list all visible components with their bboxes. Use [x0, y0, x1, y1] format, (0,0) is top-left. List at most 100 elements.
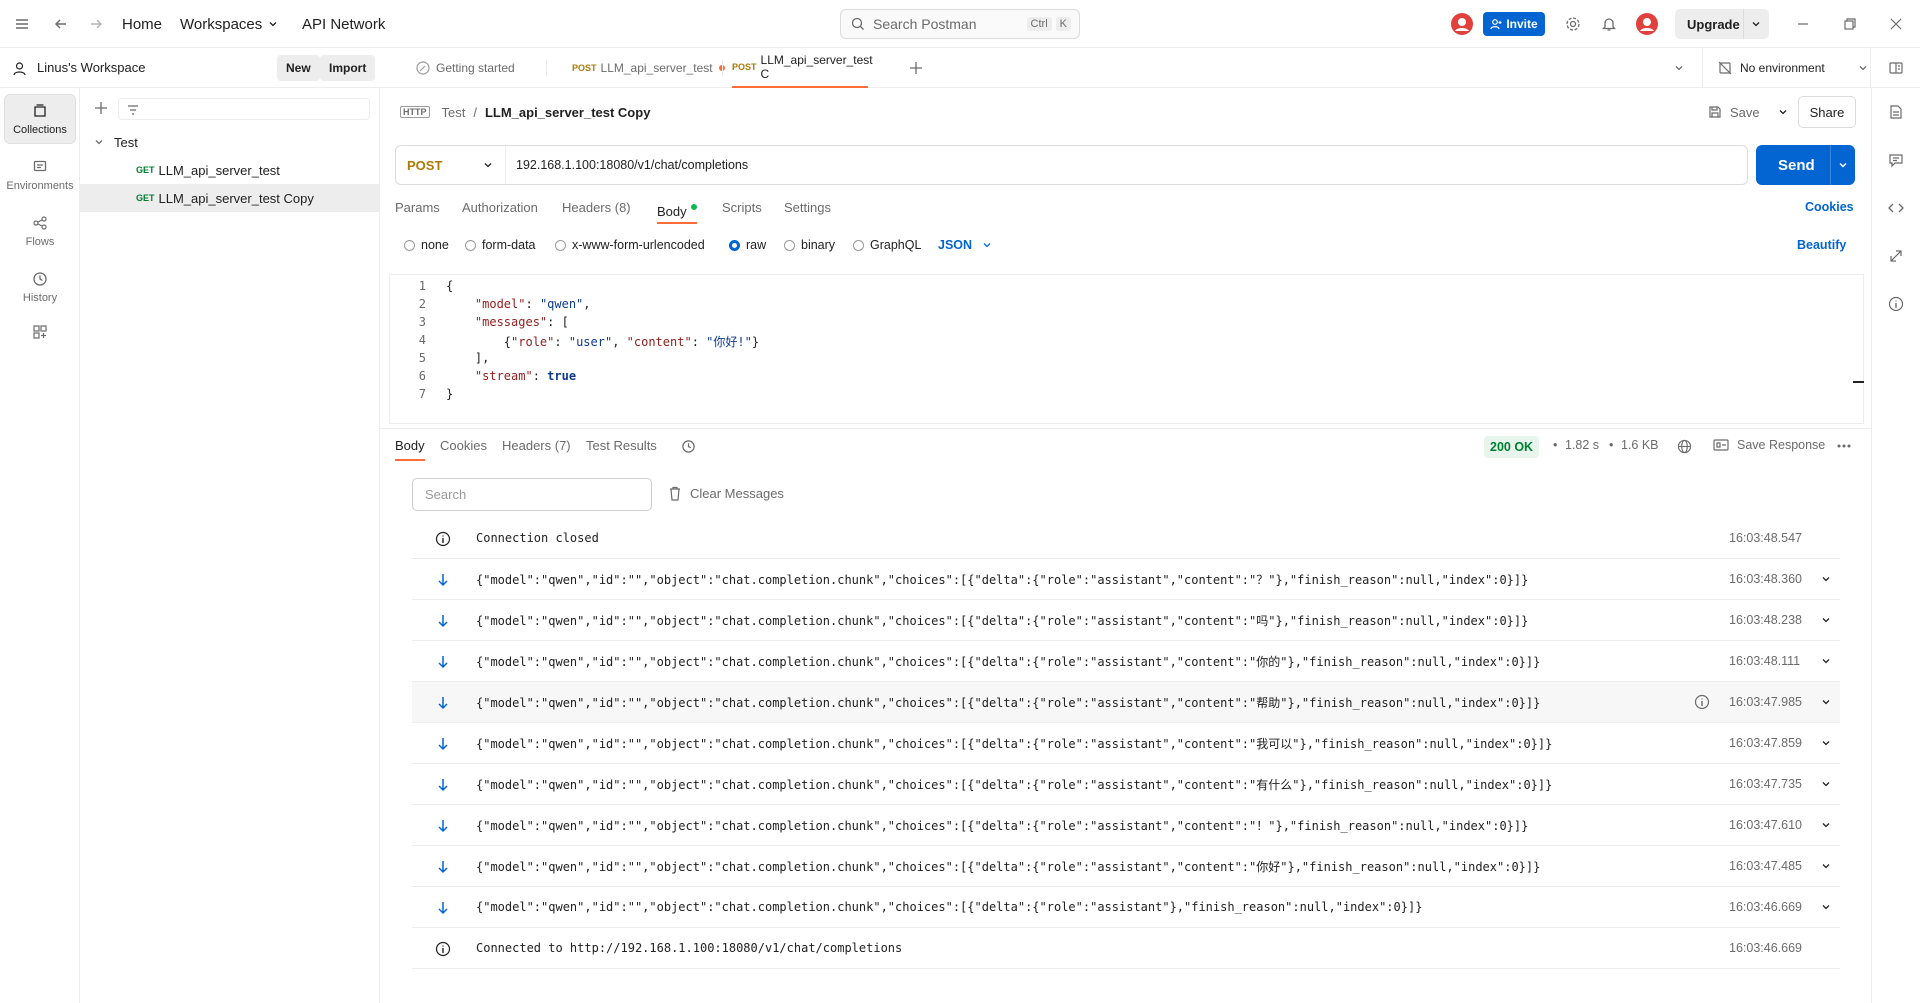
notification-bell-icon[interactable] — [1601, 0, 1617, 48]
received-message[interactable]: {"model":"qwen","id":"","object":"chat.c… — [412, 887, 1840, 928]
method-selector[interactable]: POST — [396, 146, 506, 184]
environment-quicklook-icon[interactable] — [1888, 60, 1904, 76]
response-search-input[interactable]: Search — [412, 478, 652, 511]
new-tab-plus-icon[interactable] — [909, 61, 923, 75]
chevron-down-icon[interactable] — [1821, 697, 1831, 707]
chevron-down-icon[interactable] — [1821, 861, 1831, 871]
environment-selector[interactable]: No environment — [1718, 48, 1868, 88]
received-message[interactable]: {"model":"qwen","id":"","object":"chat.c… — [412, 805, 1840, 846]
tab-headers[interactable]: Headers (8) — [562, 200, 631, 218]
code-line[interactable]: 3 "messages": [ — [390, 315, 569, 333]
chevron-down-icon[interactable] — [1821, 820, 1831, 830]
radio-raw[interactable]: raw — [729, 236, 766, 254]
beautify-link[interactable]: Beautify — [1797, 236, 1846, 254]
code-icon[interactable] — [1888, 200, 1904, 216]
code-line[interactable]: 5 ], — [390, 351, 490, 369]
connection-message[interactable]: Connected to http://192.168.1.100:18080/… — [412, 928, 1840, 969]
tab-request-1[interactable]: POST LLM_api_server_test — [572, 48, 725, 88]
avatar-icon[interactable] — [1450, 0, 1474, 48]
forward-arrow-icon[interactable] — [88, 0, 104, 48]
plus-icon[interactable] — [94, 101, 108, 115]
related-collections-icon[interactable] — [1888, 248, 1904, 264]
collection-test[interactable]: Test — [80, 128, 380, 156]
comments-icon[interactable] — [1888, 152, 1904, 168]
documentation-icon[interactable] — [1888, 104, 1904, 120]
url-input[interactable]: 192.168.1.100:18080/v1/chat/completions — [516, 158, 748, 172]
cookies-link[interactable]: Cookies — [1805, 200, 1854, 218]
tab-body[interactable]: Body — [657, 200, 697, 224]
minimize-icon[interactable] — [1796, 0, 1810, 48]
radio-binary[interactable]: binary — [784, 236, 835, 254]
filter-input[interactable] — [118, 98, 370, 120]
code-line[interactable]: 6 "stream": true — [390, 369, 576, 387]
user-avatar-icon[interactable] — [1635, 0, 1659, 48]
received-message[interactable]: {"model":"qwen","id":"","object":"chat.c… — [412, 641, 1840, 682]
close-window-icon[interactable] — [1889, 0, 1903, 48]
rail-flows[interactable]: Flows — [4, 206, 76, 256]
share-button[interactable]: Share — [1798, 96, 1856, 128]
code-line[interactable]: 2 "model": "qwen", — [390, 297, 591, 315]
request-title[interactable]: LLM_api_server_test Copy — [485, 105, 650, 120]
invite-button[interactable]: Invite — [1483, 12, 1545, 36]
request-item-1[interactable]: GET LLM_api_server_test — [80, 156, 380, 184]
clear-messages-button[interactable]: Clear Messages — [668, 486, 784, 501]
chevron-down-icon[interactable] — [1821, 738, 1831, 748]
tab-authorization[interactable]: Authorization — [462, 200, 538, 218]
import-button[interactable]: Import — [320, 55, 376, 81]
rail-environments[interactable]: Environments — [4, 150, 76, 200]
connection-message[interactable]: Connection closed 16:03:48.547 — [412, 518, 1840, 559]
code-line[interactable]: 7} — [390, 387, 453, 405]
received-message[interactable]: {"model":"qwen","id":"","object":"chat.c… — [412, 764, 1840, 805]
status-badge[interactable]: 200 OK — [1484, 436, 1540, 458]
api-network-link[interactable]: API Network — [302, 0, 385, 48]
chevron-down-icon[interactable] — [1821, 779, 1831, 789]
menu-icon[interactable] — [14, 0, 30, 48]
chevron-down-icon[interactable] — [1821, 574, 1831, 584]
body-editor[interactable]: 1{2 "model": "qwen", 3 "messages": [4 {"r… — [389, 274, 1864, 424]
pane-divider[interactable] — [380, 428, 1871, 429]
format-selector[interactable]: JSON — [938, 236, 992, 254]
chevron-down-icon[interactable] — [1674, 63, 1684, 73]
chevron-down-icon[interactable] — [1751, 19, 1761, 29]
response-size[interactable]: 1.6 KB — [1621, 438, 1659, 452]
received-message[interactable]: {"model":"qwen","id":"","object":"chat.c… — [412, 682, 1840, 723]
more-options-icon[interactable] — [1837, 444, 1851, 448]
history-icon[interactable] — [681, 439, 696, 454]
send-button[interactable]: Send — [1756, 145, 1855, 185]
save-response-button[interactable]: Save Response — [1713, 438, 1825, 452]
info-icon[interactable] — [1888, 296, 1904, 312]
radio-none[interactable]: none — [404, 236, 449, 254]
rail-apps[interactable] — [4, 312, 76, 352]
rail-collections[interactable]: Collections — [4, 94, 76, 144]
breadcrumb-parent[interactable]: Test — [442, 105, 466, 120]
workspaces-menu[interactable]: Workspaces — [180, 0, 278, 48]
new-button[interactable]: New — [277, 55, 320, 81]
tab-params[interactable]: Params — [395, 200, 440, 218]
radio-urlencoded[interactable]: x-www-form-urlencoded — [555, 236, 705, 254]
upgrade-button[interactable]: Upgrade — [1675, 9, 1769, 39]
radio-form-data[interactable]: form-data — [465, 236, 536, 254]
save-button[interactable]: Save — [1708, 100, 1788, 124]
globe-icon[interactable] — [1677, 439, 1692, 454]
chevron-down-icon[interactable] — [1821, 656, 1831, 666]
response-tab-test-results[interactable]: Test Results — [586, 438, 657, 453]
home-link[interactable]: Home — [122, 0, 162, 48]
restore-window-icon[interactable] — [1843, 0, 1857, 48]
tab-request-2[interactable]: POST LLM_api_server_test C — [732, 48, 873, 88]
info-icon[interactable] — [1694, 694, 1710, 710]
code-line[interactable]: 4 {"role": "user", "content": "你好!"} — [390, 333, 759, 351]
received-message[interactable]: {"model":"qwen","id":"","object":"chat.c… — [412, 559, 1840, 600]
response-tab-cookies[interactable]: Cookies — [440, 438, 487, 453]
code-line[interactable]: 1{ — [390, 279, 453, 297]
response-tab-headers[interactable]: Headers (7) — [502, 438, 571, 453]
received-message[interactable]: {"model":"qwen","id":"","object":"chat.c… — [412, 600, 1840, 641]
chevron-down-icon[interactable] — [1838, 160, 1848, 170]
settings-gear-icon[interactable] — [1565, 0, 1581, 48]
back-arrow-icon[interactable] — [53, 0, 69, 48]
chevron-down-icon[interactable] — [1821, 615, 1831, 625]
tab-getting-started[interactable]: Getting started — [416, 48, 515, 88]
received-message[interactable]: {"model":"qwen","id":"","object":"chat.c… — [412, 723, 1840, 764]
response-time[interactable]: 1.82 s — [1565, 438, 1599, 452]
chevron-down-icon[interactable] — [1821, 902, 1831, 912]
tab-scripts[interactable]: Scripts — [722, 200, 762, 218]
